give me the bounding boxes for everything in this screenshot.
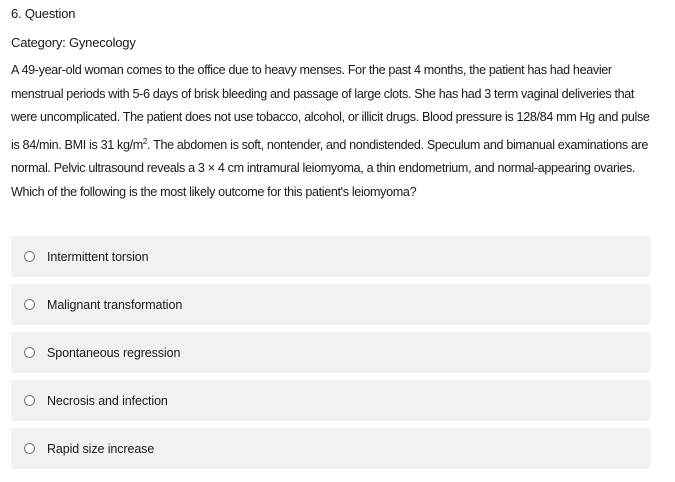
answer-option-label: Spontaneous regression bbox=[47, 345, 181, 360]
answer-option-a[interactable]: Intermittent torsion bbox=[11, 236, 651, 277]
answer-option-d[interactable]: Necrosis and infection bbox=[11, 380, 651, 421]
question-category: Category: Gynecology bbox=[11, 35, 136, 50]
answer-option-label: Necrosis and infection bbox=[47, 393, 168, 408]
answer-options: Intermittent torsion Malignant transform… bbox=[11, 236, 651, 476]
answer-option-c[interactable]: Spontaneous regression bbox=[11, 332, 651, 373]
radio-button-icon[interactable] bbox=[24, 299, 35, 310]
radio-button-icon[interactable] bbox=[24, 443, 35, 454]
radio-button-icon[interactable] bbox=[24, 395, 35, 406]
radio-button-icon[interactable] bbox=[24, 347, 35, 358]
answer-option-e[interactable]: Rapid size increase bbox=[11, 428, 651, 469]
radio-button-icon[interactable] bbox=[24, 251, 35, 262]
question-stem: A 49-year-old woman comes to the office … bbox=[11, 59, 656, 204]
question-page: 6. Question Category: Gynecology A 49-ye… bbox=[0, 0, 675, 482]
answer-option-label: Malignant transformation bbox=[47, 297, 183, 312]
answer-option-b[interactable]: Malignant transformation bbox=[11, 284, 651, 325]
answer-option-label: Intermittent torsion bbox=[47, 249, 149, 264]
question-number: 6. Question bbox=[11, 6, 76, 21]
answer-option-label: Rapid size increase bbox=[47, 441, 155, 456]
